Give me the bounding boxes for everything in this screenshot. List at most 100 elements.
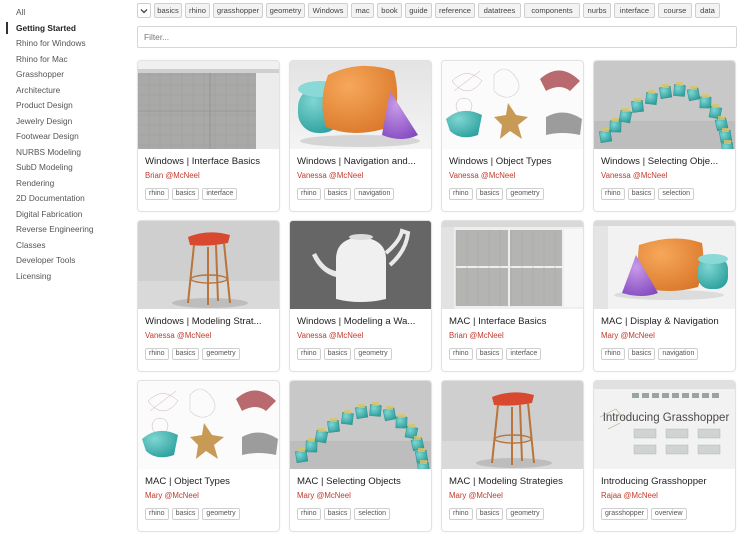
card-tag[interactable]: basics — [171, 348, 200, 360]
card-tag[interactable]: rhino — [449, 188, 473, 200]
tutorial-card[interactable]: MAC | Display & Navigation Mary @McNeel rh… — [593, 220, 736, 372]
card-author[interactable]: Vanessa @McNeel — [145, 331, 211, 340]
sidebar-item-digital-fabrication[interactable]: Digital Fabrication — [16, 209, 82, 219]
card-tag[interactable]: selection — [354, 508, 391, 520]
card-author[interactable]: Vanessa @McNeel — [449, 171, 515, 180]
tag-pill[interactable]: book — [377, 3, 402, 18]
tutorial-card[interactable]: Windows | Modeling Strat... Vanessa @McNe… — [137, 220, 280, 372]
tag-pill[interactable]: data — [695, 3, 720, 18]
card-title[interactable]: MAC | Object Types — [145, 476, 277, 487]
card-tag[interactable]: overview — [650, 508, 687, 520]
card-tag[interactable]: rhino — [145, 348, 169, 360]
card-tag[interactable]: rhino — [449, 348, 473, 360]
card-title[interactable]: Windows | Modeling Strat... — [145, 316, 277, 327]
card-tag[interactable]: geometry — [506, 508, 544, 520]
card-author[interactable]: Brian @McNeel — [145, 171, 200, 180]
sidebar-item-nurbs-modeling[interactable]: NURBS Modeling — [16, 147, 81, 157]
sidebar-item-grasshopper[interactable]: Grasshopper — [16, 69, 64, 79]
tutorial-card[interactable]: MAC | Selecting Objects Mary @McNeel rhino… — [289, 380, 432, 532]
tag-pill[interactable]: components — [524, 3, 580, 18]
sidebar-item-reverse-engineering[interactable]: Reverse Engineering — [16, 224, 93, 234]
card-title[interactable]: MAC | Display & Navigation — [601, 316, 733, 327]
card-tag[interactable]: basics — [475, 348, 504, 360]
card-author[interactable]: Rajaa @McNeel — [601, 491, 658, 500]
card-title[interactable]: Windows | Interface Basics — [145, 156, 277, 167]
card-tag[interactable]: rhino — [297, 508, 321, 520]
card-title[interactable]: MAC | Interface Basics — [449, 316, 581, 327]
card-tag[interactable]: basics — [627, 348, 656, 360]
tag-pill[interactable]: guide — [405, 3, 432, 18]
card-author[interactable]: Mary @McNeel — [601, 331, 655, 340]
tutorial-card[interactable]: Windows | Selecting Obje... Vanessa @McNe… — [593, 60, 736, 212]
sidebar-item-getting-started[interactable]: Getting Started — [16, 23, 76, 33]
tag-pill[interactable]: rhino — [185, 3, 210, 18]
tag-pill[interactable]: course — [658, 3, 692, 18]
sidebar-item-subd-modeling[interactable]: SubD Modeling — [16, 162, 73, 172]
card-title[interactable]: MAC | Selecting Objects — [297, 476, 429, 487]
card-tag[interactable]: basics — [475, 508, 504, 520]
sidebar-item-licensing[interactable]: Licensing — [16, 271, 51, 281]
tutorial-card[interactable]: Windows | Navigation and... Vanessa @McNe… — [289, 60, 432, 212]
tutorial-card[interactable]: Introducing Grasshopper Introducing Grass… — [593, 380, 736, 532]
card-tag[interactable]: basics — [475, 188, 504, 200]
sidebar-item-2d-documentation[interactable]: 2D Documentation — [16, 193, 85, 203]
tag-dropdown-toggle[interactable] — [137, 3, 151, 18]
card-tag[interactable]: rhino — [601, 188, 625, 200]
card-tag[interactable]: rhino — [145, 508, 169, 520]
card-tag[interactable]: basics — [323, 188, 352, 200]
card-author[interactable]: Vanessa @McNeel — [297, 331, 363, 340]
tag-pill[interactable]: reference — [435, 3, 475, 18]
tag-pill[interactable]: interface — [614, 3, 655, 18]
tutorial-card[interactable]: Windows | Interface Basics Brian @McNeel r… — [137, 60, 280, 212]
sidebar-item-footwear-design[interactable]: Footwear Design — [16, 131, 79, 141]
tutorial-card[interactable]: MAC | Interface Basics Brian @McNeel rhino… — [441, 220, 584, 372]
card-author[interactable]: Vanessa @McNeel — [601, 171, 667, 180]
tutorial-card[interactable]: Windows | Modeling a Wa... Vanessa @McNee… — [289, 220, 432, 372]
card-tag[interactable]: rhino — [297, 348, 321, 360]
card-tag[interactable]: basics — [171, 508, 200, 520]
card-title[interactable]: Windows | Selecting Obje... — [601, 156, 733, 167]
card-tag[interactable]: basics — [323, 348, 352, 360]
card-title[interactable]: Windows | Navigation and... — [297, 156, 429, 167]
card-author[interactable]: Mary @McNeel — [145, 491, 199, 500]
card-tag[interactable]: geometry — [202, 508, 240, 520]
card-tag[interactable]: rhino — [145, 188, 169, 200]
sidebar-item-developer-tools[interactable]: Developer Tools — [16, 255, 75, 265]
sidebar-item-product-design[interactable]: Product Design — [16, 100, 73, 110]
card-tag[interactable]: basics — [627, 188, 656, 200]
sidebar-item-all[interactable]: All — [16, 7, 25, 17]
card-tag[interactable]: interface — [506, 348, 542, 360]
card-author[interactable]: Mary @McNeel — [449, 491, 503, 500]
tutorial-card[interactable]: MAC | Object Types Mary @McNeel rhino basic… — [137, 380, 280, 532]
card-title[interactable]: Windows | Modeling a Wa... — [297, 316, 429, 327]
filter-input[interactable] — [137, 26, 737, 48]
card-title[interactable]: Windows | Object Types — [449, 156, 581, 167]
card-tag[interactable]: navigation — [354, 188, 395, 200]
sidebar-item-rendering[interactable]: Rendering — [16, 178, 54, 188]
sidebar-item-classes[interactable]: Classes — [16, 240, 46, 250]
tag-pill[interactable]: mac — [351, 3, 374, 18]
sidebar-item-architecture[interactable]: Architecture — [16, 85, 60, 95]
card-tag[interactable]: interface — [202, 188, 238, 200]
tag-pill[interactable]: grasshopper — [213, 3, 263, 18]
card-author[interactable]: Vanessa @McNeel — [297, 171, 363, 180]
sidebar-item-jewelry-design[interactable]: Jewelry Design — [16, 116, 72, 126]
tag-pill[interactable]: nurbs — [583, 3, 611, 18]
tag-pill[interactable]: Windows — [308, 3, 348, 18]
tutorial-card[interactable]: Windows | Object Types Vanessa @McNeel rhi… — [441, 60, 584, 212]
card-tag[interactable]: geometry — [202, 348, 240, 360]
card-tag[interactable]: rhino — [449, 508, 473, 520]
card-tag[interactable]: rhino — [601, 348, 625, 360]
card-tag[interactable]: grasshopper — [601, 508, 648, 520]
card-tag[interactable]: geometry — [354, 348, 392, 360]
tag-pill[interactable]: basics — [154, 3, 182, 18]
card-tag[interactable]: navigation — [658, 348, 699, 360]
card-title[interactable]: MAC | Modeling Strategies — [449, 476, 581, 487]
card-tag[interactable]: selection — [658, 188, 695, 200]
card-title[interactable]: Introducing Grasshopper — [601, 476, 733, 487]
sidebar-item-rhino-for-mac[interactable]: Rhino for Mac — [16, 54, 68, 64]
card-author[interactable]: Brian @McNeel — [449, 331, 504, 340]
card-tag[interactable]: basics — [323, 508, 352, 520]
tag-pill[interactable]: geometry — [266, 3, 305, 18]
tag-pill[interactable]: datatrees — [478, 3, 521, 18]
